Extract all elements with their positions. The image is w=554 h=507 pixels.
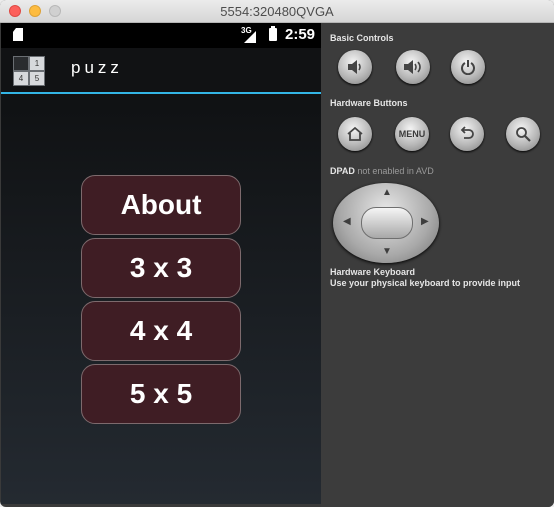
device-screen: 3G 2:59 1 4 5 puzz About 3 x 3 4 x 4 5 x…: [1, 23, 321, 504]
status-bar: 3G 2:59: [1, 23, 321, 48]
app-title: puzz: [71, 58, 123, 77]
app-icon-tile: 5: [30, 72, 44, 85]
window-title: 5554:320480QVGA: [220, 4, 334, 19]
dpad-title: DPAD not enabled in AVD: [330, 166, 434, 176]
volume-down-icon: [348, 60, 361, 74]
three-by-three-button[interactable]: 3 x 3: [81, 238, 241, 298]
power-button[interactable]: [451, 50, 485, 84]
keyboard-note: Use your physical keyboard to provide in…: [330, 278, 521, 288]
battery-icon: [269, 26, 277, 41]
menu-button[interactable]: MENU: [395, 117, 429, 151]
volume-up-button[interactable]: [396, 50, 430, 84]
basic-controls-title: Basic Controls: [330, 33, 394, 43]
volume-up-icon: [404, 60, 421, 74]
dpad-down-icon[interactable]: ▼: [382, 246, 392, 257]
dpad-right-icon[interactable]: ▶: [421, 216, 429, 227]
four-by-four-button[interactable]: 4 x 4: [81, 301, 241, 361]
keyboard-title: Hardware Keyboard: [330, 267, 416, 277]
volume-down-button[interactable]: [338, 50, 372, 84]
app-icon-tile: [14, 57, 28, 70]
back-icon: [460, 126, 474, 139]
home-button[interactable]: [338, 117, 372, 151]
window-titlebar: 5554:320480QVGA: [0, 0, 554, 23]
search-icon: [516, 127, 531, 142]
status-clock: 2:59: [285, 26, 316, 43]
back-button[interactable]: [450, 117, 484, 151]
app-icon-tile: 4: [14, 72, 28, 85]
signal-icon: [244, 31, 256, 43]
dpad-up-icon[interactable]: ▲: [382, 187, 392, 198]
emulator-controls-panel: Basic Controls Hardware Buttons MENU DPA…: [321, 23, 554, 507]
about-button[interactable]: About: [81, 175, 241, 235]
dpad-center-button[interactable]: [361, 207, 413, 239]
app-icon[interactable]: 1 4 5: [13, 56, 45, 86]
action-bar: 1 4 5 puzz: [1, 48, 321, 94]
dpad-left-icon[interactable]: ◀: [343, 216, 351, 227]
dpad-label: DPAD: [330, 166, 355, 176]
app-icon-tile: 1: [30, 57, 44, 70]
hardware-buttons-title: Hardware Buttons: [330, 98, 408, 108]
emulator-window: 5554:320480QVGA 3G 2:59 1 4 5 puzz About…: [0, 0, 554, 507]
menu-button-label: MENU: [398, 129, 426, 139]
power-icon: [461, 60, 475, 75]
dpad[interactable]: ▲ ▼ ◀ ▶: [333, 183, 439, 263]
search-button[interactable]: [506, 117, 540, 151]
sd-card-icon: [13, 28, 23, 41]
five-by-five-button[interactable]: 5 x 5: [81, 364, 241, 424]
dpad-note: not enabled in AVD: [357, 166, 434, 176]
home-icon: [347, 126, 363, 141]
